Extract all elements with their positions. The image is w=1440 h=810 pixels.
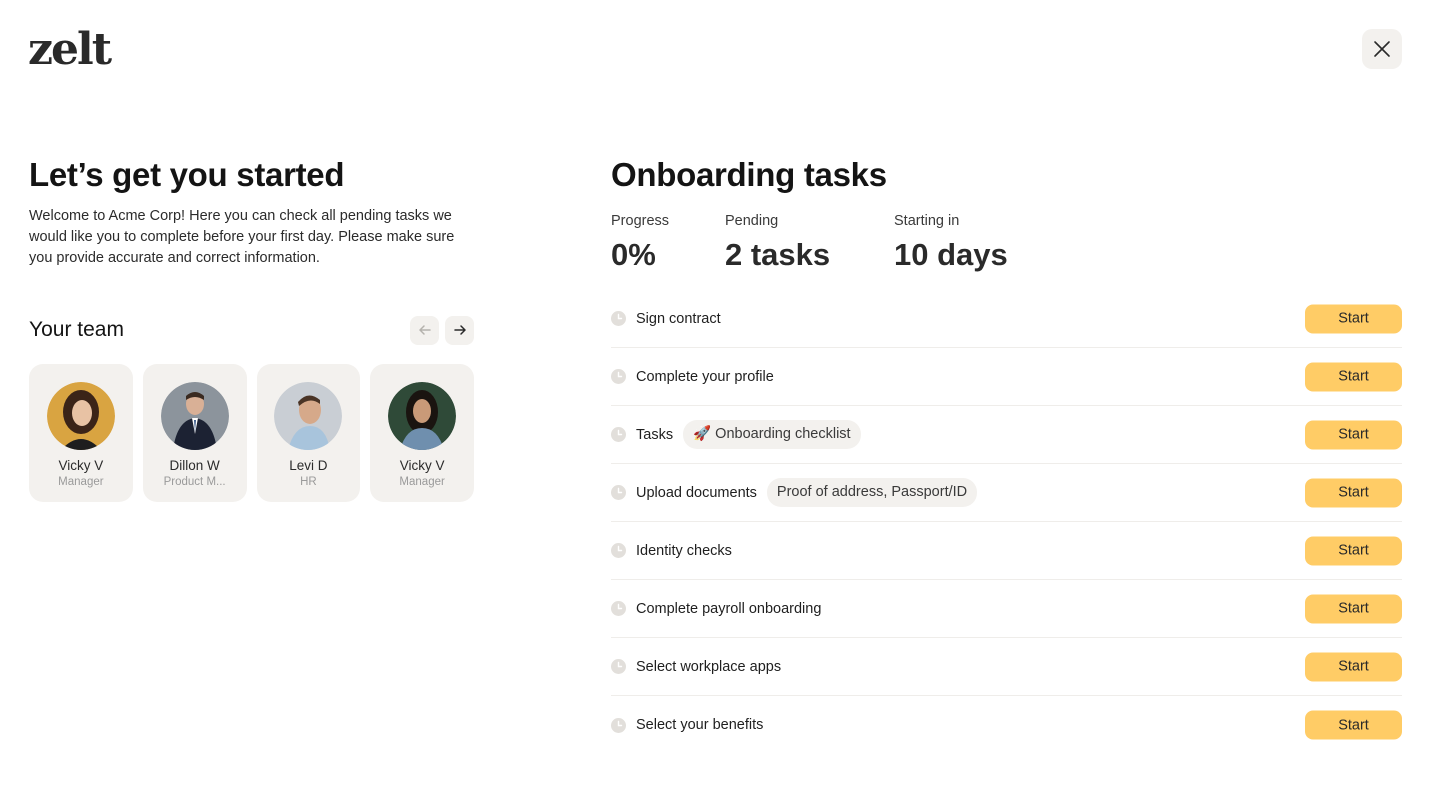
start-task-button[interactable]: Start (1305, 536, 1402, 565)
team-member-name: Levi D (289, 458, 328, 473)
task-row: Select workplace apps Start (611, 638, 1402, 696)
team-header: Your team (29, 315, 474, 345)
onboarding-title: Onboarding tasks (611, 156, 887, 193)
start-task-button[interactable]: Start (1305, 652, 1402, 681)
clock-icon (611, 485, 626, 500)
start-task-button[interactable]: Start (1305, 594, 1402, 623)
team-member-role: HR (300, 476, 317, 488)
stat-value: 10 days (894, 237, 1008, 272)
team-cards: Vicky V Manager Dillon W Product M... Le… (29, 364, 474, 502)
task-name: Select your benefits (636, 717, 764, 733)
clock-icon (611, 427, 626, 442)
onboarding-stats: Progress 0% Pending 2 tasks Starting in … (611, 212, 1402, 274)
avatar (46, 382, 115, 450)
team-member-name: Vicky V (399, 458, 445, 473)
team-title: Your team (29, 318, 124, 341)
team-member-role: Manager (58, 476, 104, 488)
start-task-button[interactable]: Start (1305, 362, 1402, 391)
stat-label: Pending (725, 213, 779, 229)
task-name: Tasks (636, 426, 674, 443)
avatar (388, 382, 457, 450)
clock-icon (611, 717, 626, 733)
clock-icon (611, 659, 626, 674)
team-member-role: Product M... (163, 476, 226, 488)
stat-progress: Progress 0% (611, 212, 725, 274)
task-row: Sign contract Start (611, 290, 1402, 348)
start-task-button[interactable]: Start (1305, 304, 1402, 333)
task-chip: Proof of address, Passport/ID (766, 478, 978, 507)
team-member-name: Vicky V (58, 458, 104, 473)
task-row: Complete payroll onboarding Start (611, 580, 1402, 638)
task-name: Complete payroll onboarding (636, 600, 822, 617)
task-row: Complete your profile Start (611, 348, 1402, 406)
team-prev-button[interactable] (410, 315, 439, 345)
start-task-button[interactable]: Start (1305, 478, 1402, 507)
task-name: Upload documents (636, 484, 757, 501)
close-button[interactable] (1362, 29, 1402, 69)
team-carousel-controls (410, 315, 474, 345)
task-name: Select workplace apps (636, 658, 782, 675)
start-task-button[interactable]: Start (1305, 710, 1402, 740)
zelt-logo: zelt (28, 24, 112, 75)
stat-value: 2 tasks (725, 237, 831, 272)
onboarding-section: Onboarding tasks Progress 0% Pending 2 t… (611, 154, 1402, 274)
stat-pending: Pending 2 tasks (725, 212, 894, 274)
task-list: Sign contract Start Complete your profile S… (611, 290, 1402, 754)
welcome-text: Welcome to Acme Corp! Here you can check… (29, 208, 455, 266)
team-member-card[interactable]: Vicky V Manager (370, 364, 474, 502)
team-member-name: Dillon W (169, 458, 220, 473)
task-row: Identity checks Start (611, 522, 1402, 580)
task-name: Sign contract (636, 310, 721, 327)
avatar (274, 382, 343, 450)
clock-icon (611, 543, 626, 558)
arrow-right-icon (453, 325, 466, 335)
intro-section: Let’s get you started Welcome to Acme Co… (29, 154, 474, 502)
team-member-card[interactable]: Dillon W Product M... (142, 364, 247, 502)
task-row: Select your benefits Start (611, 696, 1402, 754)
team-member-role: Manager (399, 476, 445, 488)
team-member-card[interactable]: Vicky V Manager (29, 364, 133, 502)
task-name: Identity checks (636, 542, 732, 559)
task-chip: 🚀 Onboarding checklist (683, 420, 861, 449)
team-next-button[interactable] (445, 315, 474, 345)
task-name: Complete your profile (636, 368, 774, 385)
task-row: Tasks 🚀 Onboarding checklist Start (611, 406, 1402, 464)
stat-label: Progress (611, 213, 670, 229)
task-row: Upload documents Proof of address, Passpo… (611, 464, 1402, 522)
page-title: Let’s get you started (29, 156, 345, 193)
close-icon (1374, 41, 1390, 57)
team-member-card[interactable]: Levi D HR (256, 364, 361, 502)
start-task-button[interactable]: Start (1305, 420, 1402, 449)
stat-starting-in: Starting in 10 days (894, 212, 1008, 274)
clock-icon (611, 311, 626, 326)
avatar (160, 382, 229, 450)
arrow-left-icon (418, 325, 431, 335)
stat-value: 0% (611, 237, 656, 272)
clock-icon (611, 369, 626, 384)
stat-label: Starting in (894, 213, 960, 229)
clock-icon (611, 601, 626, 616)
